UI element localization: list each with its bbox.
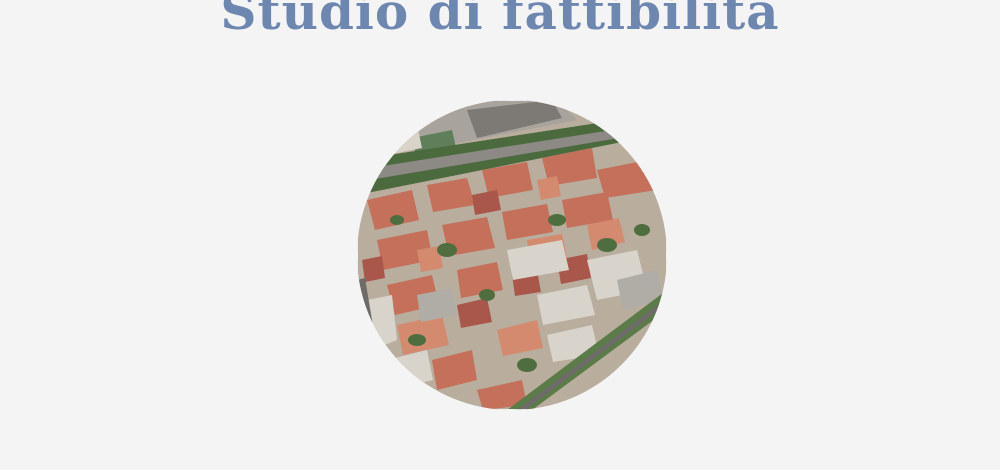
aerial-photo bbox=[357, 100, 667, 410]
page-title: Studio di fattibilità bbox=[220, 0, 780, 41]
aerial-photo-graphic bbox=[357, 100, 667, 410]
